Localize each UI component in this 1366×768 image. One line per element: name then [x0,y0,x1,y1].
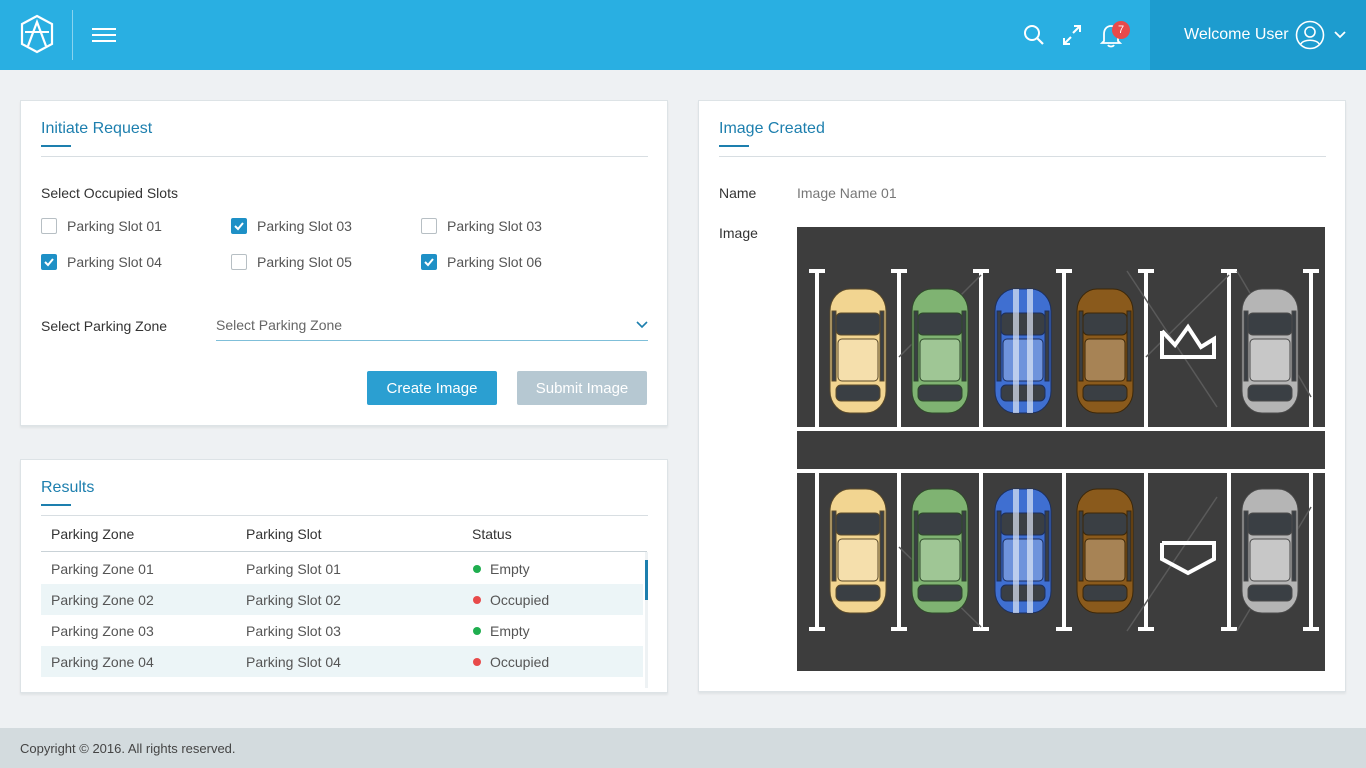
title-accent [41,145,71,147]
table-row[interactable]: Parking Zone 04 Parking Slot 04 Occupied [41,646,643,677]
table-row[interactable]: Parking Zone 01 Parking Slot 01 Empty [41,553,643,584]
create-image-button[interactable]: Create Image [367,371,497,405]
title-divider [41,515,648,516]
status-dot [473,565,481,573]
title-accent [719,145,749,147]
results-panel: Results Parking Zone Parking Slot Status… [20,459,668,693]
chevron-down-icon[interactable] [1333,28,1347,42]
cell-slot: Parking Slot 01 [246,561,341,577]
parking-zone-select[interactable]: Select Parking Zone [216,311,648,341]
checkbox-slot-4[interactable] [41,254,57,270]
occupied-slots-label: Select Occupied Slots [41,185,178,201]
header-divider [72,10,73,60]
title-divider [719,156,1326,157]
chevron-down-icon [636,321,648,329]
title-accent [41,504,71,506]
cell-slot: Parking Slot 04 [246,654,341,670]
checkbox-label[interactable]: Parking Slot 03 [447,218,542,234]
initiate-request-panel: Initiate Request Select Occupied Slots P… [20,100,668,426]
cell-slot: Parking Slot 02 [246,592,341,608]
checkbox-slot-1[interactable] [41,218,57,234]
scrollbar-thumb[interactable] [645,560,648,600]
cell-zone: Parking Zone 01 [51,561,154,577]
panel-title: Results [41,479,95,496]
notification-badge: 7 [1112,21,1130,39]
cell-status: Occupied [490,654,550,670]
expand-icon[interactable] [1060,22,1084,48]
cell-status: Empty [490,623,530,639]
parking-lot-image [797,227,1325,671]
menu-icon[interactable] [92,24,116,46]
panel-title: Image Created [719,120,825,137]
logo-icon[interactable] [18,14,56,54]
title-divider [41,156,648,157]
top-header: 7 Welcome User [0,0,1366,70]
select-placeholder: Select Parking Zone [216,317,343,333]
panel-title: Initiate Request [41,120,153,137]
checkbox-slot-5[interactable] [231,254,247,270]
copyright-text: Copyright © 2016. All rights reserved. [20,741,236,756]
column-header-slot[interactable]: Parking Slot [246,526,321,542]
checkbox-label[interactable]: Parking Slot 05 [257,254,352,270]
name-value: Image Name 01 [797,185,897,201]
name-label: Name [719,185,757,201]
table-row[interactable]: Parking Zone 03 Parking Slot 03 Empty [41,615,643,646]
column-header-zone[interactable]: Parking Zone [51,526,134,542]
checkbox-label[interactable]: Parking Slot 04 [67,254,162,270]
search-icon[interactable] [1022,22,1046,48]
cell-zone: Parking Zone 04 [51,654,154,670]
checkbox-label[interactable]: Parking Slot 03 [257,218,352,234]
checkbox-label[interactable]: Parking Slot 01 [67,218,162,234]
status-dot [473,627,481,635]
checkbox-slot-6[interactable] [421,254,437,270]
parking-zone-label: Select Parking Zone [41,318,168,334]
cell-slot: Parking Slot 03 [246,623,341,639]
image-created-panel: Image Created Name Image Name 01 Image [698,100,1346,692]
cell-zone: Parking Zone 03 [51,623,154,639]
column-header-status[interactable]: Status [472,526,512,542]
table-row[interactable]: Parking Zone 02 Parking Slot 02 Occupied [41,584,643,615]
welcome-text: Welcome User [1184,26,1289,43]
checkbox-slot-3[interactable] [421,218,437,234]
table-header-divider [41,551,647,552]
image-label: Image [719,225,758,241]
cell-zone: Parking Zone 02 [51,592,154,608]
footer: Copyright © 2016. All rights reserved. [0,728,1366,768]
status-dot [473,596,481,604]
user-menu[interactable]: Welcome User [1150,0,1366,70]
user-icon[interactable] [1295,20,1325,50]
cell-status: Empty [490,561,530,577]
submit-image-button[interactable]: Submit Image [517,371,647,405]
checkbox-slot-2[interactable] [231,218,247,234]
status-dot [473,658,481,666]
cell-status: Occupied [490,592,550,608]
checkbox-label[interactable]: Parking Slot 06 [447,254,542,270]
